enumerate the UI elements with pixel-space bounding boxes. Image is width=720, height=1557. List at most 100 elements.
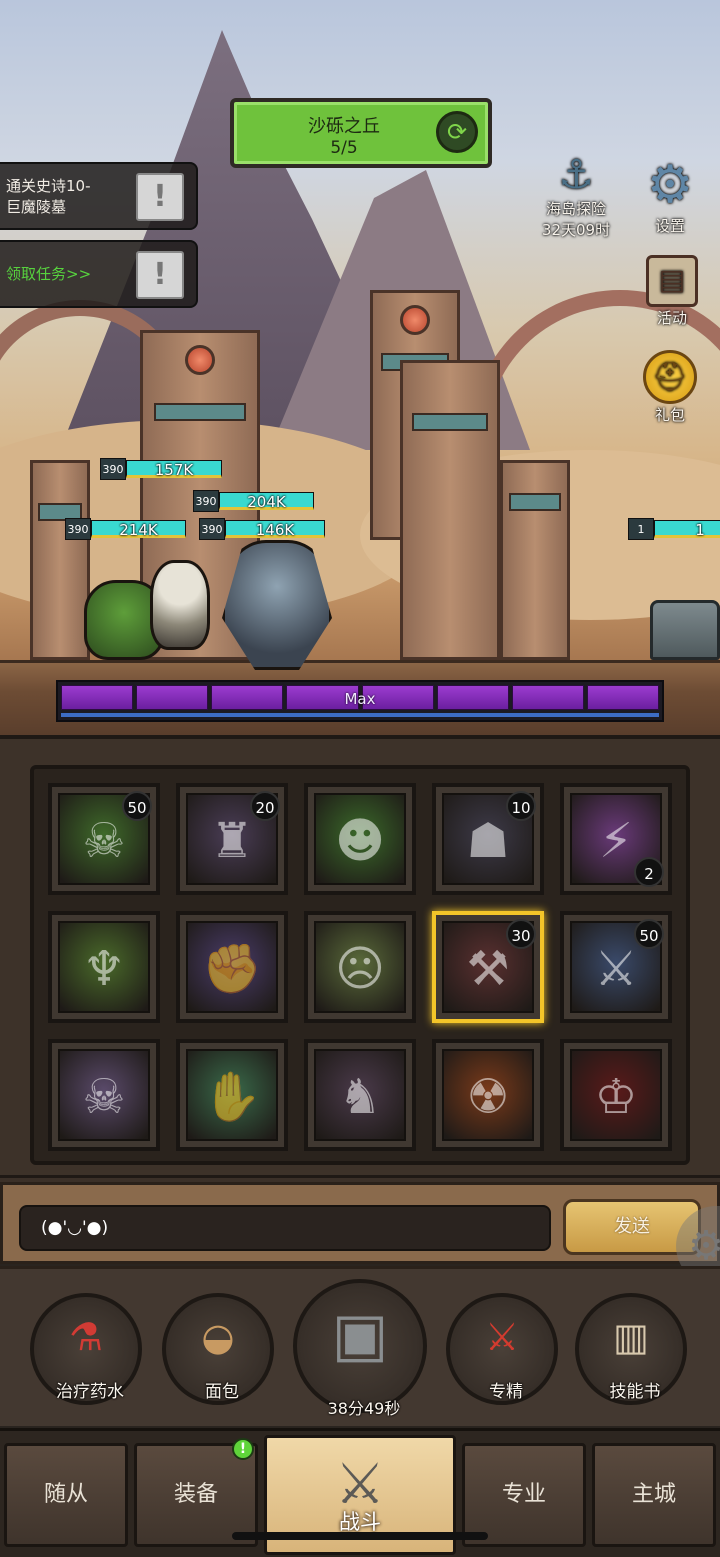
skill-slot[interactable]: ♔ — [560, 1039, 672, 1151]
skill-icon: ☹ — [314, 921, 406, 1013]
skill-glyph: ☢ — [466, 1069, 510, 1125]
skill-icon: ☻ — [314, 793, 406, 885]
skill-icon: ☠ — [58, 1049, 150, 1141]
hero-hp-bar: 390 204K — [193, 490, 314, 512]
hero-hp-bar: 390 157K — [100, 458, 222, 480]
skill-slot[interactable]: ⚒ 30 — [432, 911, 544, 1023]
hero-hp: 157K — [126, 460, 222, 479]
home-indicator[interactable] — [232, 1532, 488, 1540]
tab-battle-label: 战斗 — [339, 1510, 381, 1534]
skill-slot[interactable]: ♞ — [304, 1039, 416, 1151]
bread-button[interactable]: ◒ 面包 — [162, 1293, 274, 1405]
stage-name: 沙砾之丘 — [308, 116, 380, 137]
skill-slot[interactable]: ☠ — [48, 1039, 160, 1151]
skill-glyph: ☹ — [334, 941, 386, 997]
skill-slot[interactable]: ☹ — [304, 911, 416, 1023]
skillbook-button[interactable]: ▥ 技能书 — [575, 1293, 687, 1405]
mastery-icon: ⚔ — [484, 1315, 520, 1359]
quest-text: 领取任务>> — [6, 265, 92, 283]
skill-slot[interactable]: ⚡ 2 — [560, 783, 672, 895]
quest-panel-claim[interactable]: 领取任务>> ! — [0, 240, 198, 308]
skill-panel: ☠ 50 ♜ 20 ☻ ☗ 10 ⚡ 2 ♆ ✊ ☹ ⚒ 30 ⚔ 50 ☠ ✋ ♞ ☢ ♔ — [0, 735, 720, 1175]
hero-hp: 214K — [91, 520, 186, 539]
exclamation-icon[interactable]: ! — [136, 251, 184, 299]
skill-slot[interactable]: ☠ 50 — [48, 783, 160, 895]
skill-icon: ☢ — [442, 1049, 534, 1141]
hero-level: 390 — [100, 458, 126, 480]
skill-slot[interactable]: ☻ — [304, 783, 416, 895]
chest-timer: 38分49秒 — [327, 1399, 401, 1418]
hero-level: 390 — [65, 518, 91, 540]
skill-level-badge: 50 — [634, 919, 664, 949]
skill-slot[interactable]: ♆ — [48, 911, 160, 1023]
quest-panel-epic[interactable]: 通关史诗10- 巨魔陵墓 ! — [0, 162, 198, 230]
mastery-button[interactable]: ⚔ 专精 — [446, 1293, 558, 1405]
power-max-label: Max — [344, 690, 376, 708]
island-adventure-button[interactable]: ⚓ 海岛探险 32天09时 — [524, 152, 628, 240]
ruin-pillar — [500, 460, 570, 660]
bread-label: 面包 — [205, 1382, 239, 1402]
island-timer: 32天09时 — [541, 221, 611, 239]
settings-label: 设置 — [654, 217, 685, 235]
settings-button[interactable]: ⚙ 设置 — [630, 155, 710, 236]
chat-bar: 发送 — [0, 1175, 720, 1264]
enemy-level: 1 — [628, 518, 654, 540]
treasure-chest-enemy[interactable] — [650, 600, 720, 660]
island-label: 海岛探险 — [545, 200, 606, 218]
tab-main-city[interactable]: 主城 — [592, 1443, 716, 1547]
potion-icon: ⚗ — [68, 1315, 104, 1359]
skill-slot[interactable]: ✋ — [176, 1039, 288, 1151]
scroll-icon: ▤ — [646, 255, 698, 307]
skill-level-badge: 2 — [634, 857, 664, 887]
skill-glyph: ♞ — [338, 1069, 382, 1125]
hero-hp: 146K — [225, 520, 325, 539]
stage-banner[interactable]: 沙砾之丘 5/5 ⟳ — [230, 98, 492, 168]
tab-follower[interactable]: 随从 — [4, 1443, 128, 1547]
hero-level: 390 — [199, 518, 225, 540]
stage-progress: 5/5 — [330, 138, 358, 158]
skill-glyph: ✋ — [202, 1069, 262, 1125]
hero-skeleton[interactable] — [150, 560, 210, 650]
skill-icon: ✋ — [186, 1049, 278, 1141]
enemy-hp: 1 — [654, 520, 720, 539]
enemy-hp-bar: 1 1 — [628, 518, 720, 540]
heal-potion-label: 治疗药水 — [56, 1382, 124, 1402]
skill-icon: ♆ — [58, 921, 150, 1013]
skill-level-badge: 20 — [250, 791, 280, 821]
skill-slot[interactable]: ☗ 10 — [432, 783, 544, 895]
skill-icon: ♔ — [570, 1049, 662, 1141]
skill-glyph: ♆ — [82, 941, 126, 997]
skill-slot[interactable]: ⚔ 50 — [560, 911, 672, 1023]
heal-potion-button[interactable]: ⚗ 治疗药水 — [30, 1293, 142, 1405]
skill-icon: ♞ — [314, 1049, 406, 1141]
skill-slot[interactable]: ✊ — [176, 911, 288, 1023]
activity-button[interactable]: ▤ 活动 — [632, 255, 712, 328]
skill-glyph: ✊ — [202, 941, 262, 997]
activity-label: 活动 — [656, 309, 687, 327]
timed-chest-button[interactable]: ▣ 38分49秒 — [293, 1279, 427, 1418]
skillbook-label: 技能书 — [609, 1382, 661, 1402]
ruin-pillar — [30, 460, 90, 660]
coin-icon: ⛑ — [643, 350, 697, 404]
refresh-icon[interactable]: ⟳ — [436, 111, 478, 153]
bread-icon: ◒ — [201, 1315, 235, 1359]
skill-icon: ✊ — [186, 921, 278, 1013]
skill-glyph: ☠ — [82, 1069, 126, 1125]
skill-grid: ☠ 50 ♜ 20 ☻ ☗ 10 ⚡ 2 ♆ ✊ ☹ ⚒ 30 ⚔ 50 ☠ ✋ ♞ ☢ ♔ — [30, 765, 690, 1165]
gear-icon: ⚙ — [646, 155, 694, 215]
skill-level-badge: 50 — [122, 791, 152, 821]
skillbook-icon: ▥ — [613, 1315, 649, 1359]
action-bar: ⚗ 治疗药水 ◒ 面包 ▣ 38分49秒 ⚔ 专精 ▥ 技能书 — [0, 1266, 720, 1426]
skill-slot[interactable]: ♜ 20 — [176, 783, 288, 895]
equip-notification-badge: ! — [232, 1438, 254, 1460]
hero-level: 390 — [193, 490, 219, 512]
exclamation-icon[interactable]: ! — [136, 173, 184, 221]
gift-label: 礼包 — [654, 406, 685, 424]
anchor-icon: ⚓ — [558, 152, 594, 198]
power-progress-bar: Max — [56, 680, 664, 722]
chat-input[interactable] — [19, 1205, 551, 1251]
hero-hp-bar: 390 146K — [199, 518, 325, 540]
skill-slot[interactable]: ☢ — [432, 1039, 544, 1151]
gift-pack-button[interactable]: ⛑ 礼包 — [630, 350, 710, 425]
mastery-label: 专精 — [489, 1382, 523, 1402]
